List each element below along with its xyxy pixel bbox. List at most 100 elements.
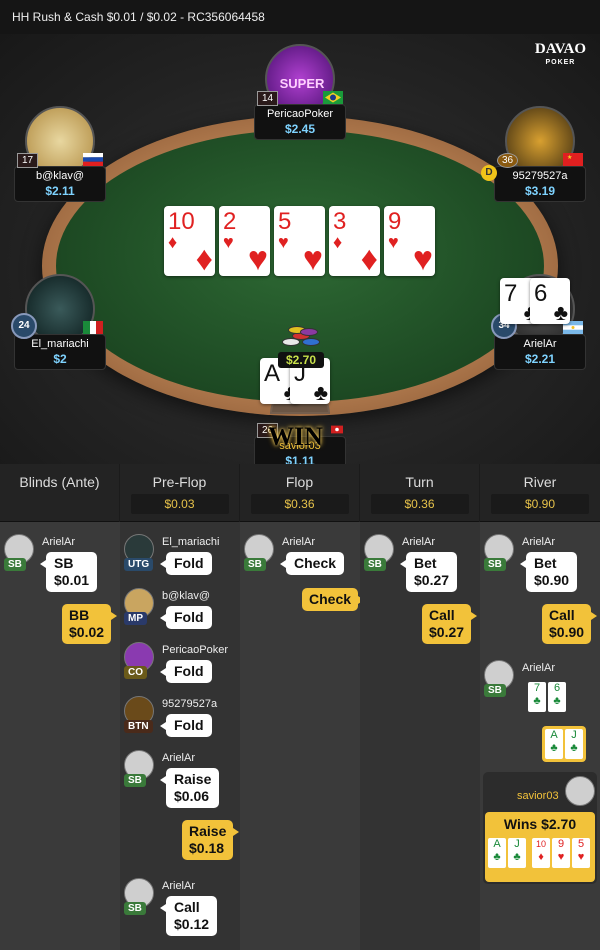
card-suit: ♥ <box>223 232 234 252</box>
action-bubble: Call $0.12 <box>159 896 218 936</box>
card-suit: ♦ <box>168 232 178 252</box>
card-suit: ♥ <box>278 232 289 252</box>
action-amount: $0.27 <box>429 624 465 640</box>
column-title: River <box>523 474 557 490</box>
position-badge: SB <box>364 558 386 571</box>
card-suit-big: ♥ <box>412 240 433 278</box>
level-badge: 17 <box>17 153 39 168</box>
action-amount: $0.90 <box>534 572 570 588</box>
flag-slovenia-icon <box>83 153 103 166</box>
action-entry: SB ArielAr Raise $0.06 <box>124 750 220 808</box>
action-label: Bet <box>534 555 557 571</box>
column-header: Turn $0.36 <box>360 464 479 522</box>
card-rank: 7 <box>533 682 541 694</box>
action-label: BB <box>69 607 90 623</box>
board-card-4: 3 ♦ ♦ <box>329 206 380 276</box>
seat-top-right[interactable]: 36 D ★ 95279527a $3.19 <box>481 106 586 202</box>
action-amount: $0.18 <box>189 840 225 856</box>
action-entry: CO PericaoPoker Fold <box>124 642 228 683</box>
level-badge: 36 <box>497 153 519 168</box>
win-label: WIN <box>268 422 323 451</box>
win-card: A ♣ <box>488 838 506 868</box>
nameplate: 36 D ★ 95279527a $3.19 <box>481 153 586 202</box>
card-rank: J <box>514 838 520 850</box>
logo-subtext: POKER <box>545 59 576 66</box>
card-suit: ♦ <box>333 232 343 252</box>
pot-amount: $2.70 <box>278 352 324 368</box>
hero-shown-cards: A ♣ J ♣ <box>542 726 586 762</box>
flag-mexico-icon <box>83 321 103 334</box>
seat-top-left[interactable]: 17 b@klav@ $2.11 <box>14 106 106 202</box>
nameplate: 17 b@klav@ $2.11 <box>14 153 106 202</box>
card-suit: ♣ <box>553 300 568 325</box>
column-title: Flop <box>285 474 314 490</box>
player-stack: $2.21 <box>524 352 556 366</box>
card-suit: ♥ <box>557 851 565 863</box>
action-entry: MP b@klav@ Fold <box>124 588 212 629</box>
card-rank: 6 <box>534 280 548 307</box>
player-name: PericaoPoker <box>266 108 334 120</box>
action-bubble: Bet $0.90 <box>519 552 578 592</box>
card-suit: ♥ <box>388 232 399 252</box>
position-badge: UTG <box>124 558 154 571</box>
winner-body: Wins $2.70 A ♣ J ♣ 10 ♦ 9 ♥ 5 ♥ <box>485 812 595 882</box>
card-suit: ♣ <box>533 695 541 707</box>
column-body: SB ArielAr Check Check <box>240 522 365 950</box>
card-suit: ♣ <box>513 851 521 863</box>
action-entry: UTG El_mariachi Fold <box>124 534 219 575</box>
win-card: 5 ♥ <box>572 838 590 868</box>
card-suit: ♦ <box>538 851 544 863</box>
action-bubble: SB $0.01 <box>39 552 98 592</box>
column-title: Blinds (Ante) <box>19 474 100 490</box>
showdown-entry: SB ArielAr 7 ♣ 6 ♣ <box>484 660 566 712</box>
seat-top[interactable]: SUPER 14 PericaoPoker $2.45 <box>254 44 346 140</box>
player-name: ArielAr <box>282 536 316 548</box>
action-label: Call <box>549 607 575 623</box>
hero-action-bubble: Call $0.27 <box>422 604 478 644</box>
right-hole-card-2: 6 ♣ <box>530 278 570 324</box>
card-rank: 9 <box>557 838 565 850</box>
board-card-1: 10 ♦ ♦ <box>164 206 215 276</box>
column-pot: $0.36 <box>250 494 349 514</box>
winner-header: savior03 <box>483 772 597 812</box>
column-body: SB ArielAr Bet $0.90 Call $0.90 SB ArielAr… <box>480 522 600 950</box>
card-suit-big: ♦ <box>360 240 378 278</box>
player-stack: $2.45 <box>284 122 316 136</box>
shown-card: J ♣ <box>565 729 583 759</box>
shown-card: 6 ♣ <box>548 682 566 712</box>
column-pot: $0.03 <box>130 494 229 514</box>
wins-amount: Wins $2.70 <box>503 816 577 832</box>
win-card: J ♣ <box>508 838 526 868</box>
poker-table: DAVAO POKER SUPER 14 PericaoPoker $2.45 1… <box>0 34 600 464</box>
nameplate: 24 El_mariachi $2 <box>11 313 106 370</box>
column-header: Blinds (Ante) <box>0 464 119 522</box>
nameplate: 34 ArielAr $2.21 <box>491 313 586 370</box>
hero-action-bubble: Raise $0.18 <box>182 820 240 860</box>
nameplate: 14 PericaoPoker $2.45 <box>254 91 346 140</box>
card-suit-big: ♥ <box>302 240 323 278</box>
column-body: SB ArielAr SB $0.01 BB $0.02 <box>0 522 120 950</box>
col-blinds: Blinds (Ante) SB ArielAr SB $0.01 BB $0.02 <box>0 464 120 950</box>
column-header: River $0.90 <box>480 464 600 522</box>
action-amount: $0.90 <box>549 624 585 640</box>
action-bubble: Fold <box>160 660 212 683</box>
level-badge: 24 <box>11 313 37 339</box>
svg-text:★: ★ <box>567 154 572 161</box>
hero-action-bubble: Check <box>302 588 365 611</box>
seat-left[interactable]: 24 El_mariachi $2 <box>11 274 106 370</box>
player-stack: $2.11 <box>45 184 75 198</box>
position-badge: SB <box>484 558 506 571</box>
board-card-5: 9 ♥ ♥ <box>384 206 435 276</box>
card-suit: ♥ <box>577 851 585 863</box>
card-rank: 6 <box>553 682 561 694</box>
avatar <box>565 776 595 806</box>
card-suit-big: ♥ <box>247 240 268 278</box>
position-badge: BTN <box>124 720 153 733</box>
player-stack: $3.19 <box>524 184 556 198</box>
position-badge: SB <box>244 558 266 571</box>
flag-china-icon: ★ <box>563 153 583 166</box>
card-suit: ♣ <box>553 695 561 707</box>
card-suit: ♣ <box>313 380 328 405</box>
action-amount: $0.02 <box>69 624 105 640</box>
player-stack: $2 <box>53 352 67 366</box>
